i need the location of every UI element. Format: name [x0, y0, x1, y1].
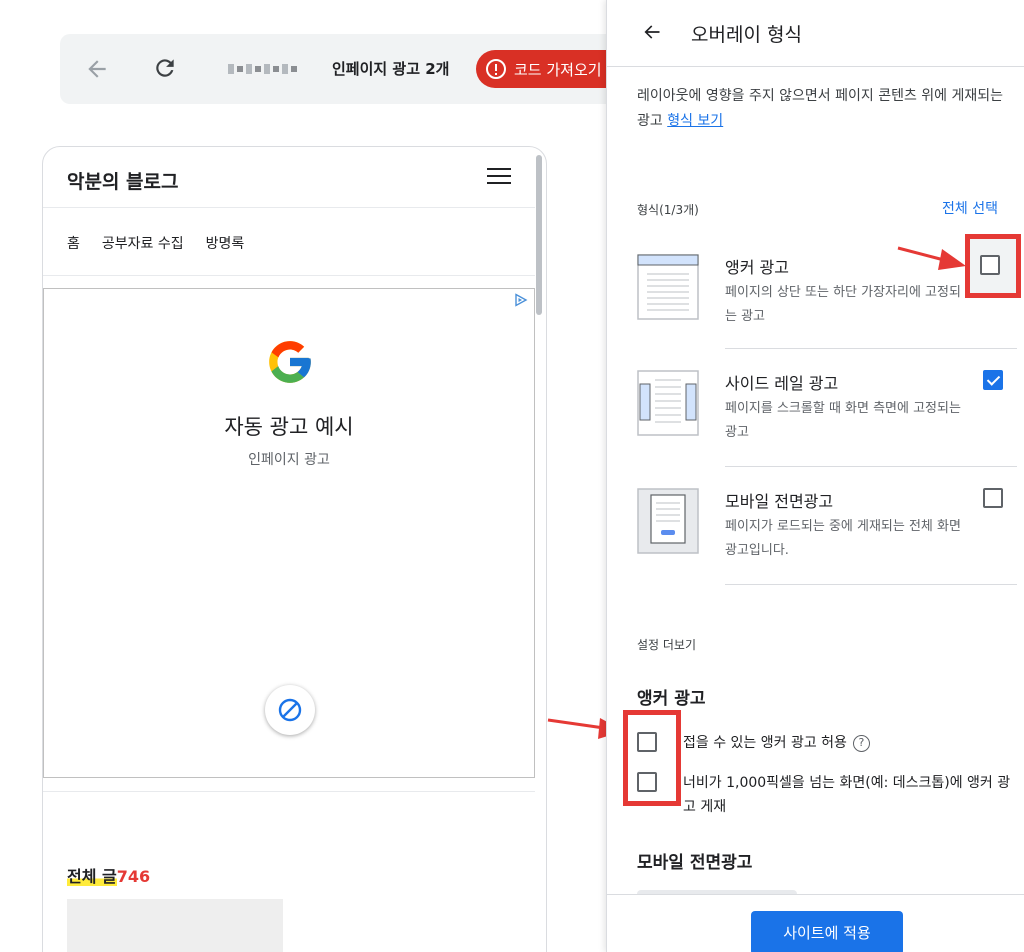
all-posts-label[interactable]: 전체 글746 — [67, 863, 150, 887]
panel-footer: 사이트에 적용 — [607, 894, 1024, 952]
option-description: 페이지의 상단 또는 하단 가장자리에 고정되는 광고 — [725, 285, 961, 324]
post-thumbnail[interactable] — [67, 899, 283, 952]
ad-subtitle: 인페이지 광고 — [248, 452, 330, 468]
nav-item-home[interactable]: 홈 — [67, 233, 80, 253]
apply-to-site-button[interactable]: 사이트에 적용 — [751, 911, 903, 952]
nav-item-guestbook[interactable]: 방명록 — [206, 233, 245, 253]
formats-label: 형식(1/3개) — [637, 203, 699, 217]
mobile-interstitial-icon — [637, 488, 699, 554]
preview-toolbar: 인페이지 광고 2개 코드 가져오기 — [60, 34, 666, 104]
collapsible-anchor-label: 접을 수 있는 앵커 광고 허용 — [683, 735, 847, 751]
divider — [607, 66, 1024, 67]
option-side-rail-ad: 사이드 레일 광고 페이지를 스크롤할 때 화면 측면에 고정되는 광고 — [637, 370, 1017, 460]
mobile-interstitial-checkbox[interactable] — [983, 488, 1003, 508]
reload-icon[interactable] — [152, 55, 178, 81]
anchor-settings-heading: 앵커 광고 — [637, 689, 706, 709]
anchor-option-collapsible: 접을 수 있는 앵커 광고 허용? — [637, 732, 1017, 758]
ad-title: 자동 광고 예시 — [224, 415, 354, 439]
collapsible-anchor-text: 접을 수 있는 앵커 광고 허용? — [683, 731, 1013, 755]
screen: 인페이지 광고 2개 코드 가져오기 악분의 블로그 홈 공부자료 수집 방명록 — [0, 0, 1024, 952]
anchor-ad-checkbox[interactable] — [980, 255, 1000, 275]
error-icon — [486, 59, 506, 79]
divider — [725, 466, 1017, 467]
mobile-preview: 악분의 블로그 홈 공부자료 수집 방명록 자동 광고 예시 인페이지 광고 전… — [42, 146, 547, 952]
panel-title: 오버레이 형식 — [691, 24, 802, 46]
divider — [725, 348, 1017, 349]
highlight-box-anchor-settings — [623, 710, 681, 806]
preview-scrollbar[interactable] — [536, 155, 542, 315]
select-all-button[interactable]: 전체 선택 — [942, 198, 998, 218]
blog-nav: 홈 공부자료 수집 방명록 — [67, 233, 244, 253]
block-icon — [278, 698, 302, 722]
option-name: 모바일 전면광고 — [725, 492, 834, 511]
option-description: 페이지를 스크롤할 때 화면 측면에 고정되는 광고 — [725, 401, 961, 440]
ad-count-title: 인페이지 광고 2개 — [332, 60, 450, 78]
overlay-format-panel: 오버레이 형식 레이아웃에 영향을 주지 않으면서 페이지 콘텐츠 위에 게재되… — [606, 0, 1024, 952]
mobile-interstitial-heading: 모바일 전면광고 — [637, 853, 753, 873]
blurred-url — [228, 62, 298, 76]
option-description: 페이지가 로드되는 중에 게재되는 전체 화면 광고입니다. — [725, 519, 961, 558]
red-arrow-annotation — [897, 246, 966, 270]
all-posts-text: 전체 글 — [67, 867, 117, 886]
back-arrow-icon[interactable] — [641, 22, 663, 42]
option-name: 앵커 광고 — [725, 258, 789, 277]
hamburger-icon[interactable] — [487, 168, 511, 186]
divider — [43, 791, 535, 792]
all-posts-count: 746 — [116, 867, 151, 886]
block-ad-button[interactable] — [265, 685, 315, 735]
option-name: 사이드 레일 광고 — [725, 374, 839, 393]
side-rail-ad-icon — [637, 370, 699, 436]
anchor-ad-icon — [637, 254, 699, 320]
view-format-link[interactable]: 형식 보기 — [667, 113, 723, 129]
blog-title: 악분의 블로그 — [67, 171, 179, 193]
side-rail-ad-checkbox[interactable] — [983, 370, 1003, 390]
google-logo-icon — [269, 341, 311, 383]
divider — [43, 207, 535, 208]
divider — [725, 584, 1017, 585]
nav-item-study[interactable]: 공부자료 수집 — [102, 233, 184, 253]
ad-choices-icon[interactable] — [514, 293, 528, 307]
divider — [43, 275, 535, 276]
back-arrow-icon[interactable] — [84, 56, 110, 82]
get-code-label: 코드 가져오기 — [514, 60, 602, 79]
option-mobile-interstitial: 모바일 전면광고 페이지가 로드되는 중에 게재되는 전체 화면 광고입니다. — [637, 488, 1017, 578]
desktop-anchor-label: 너비가 1,000픽셀을 넘는 화면(예: 데스크톱)에 앵커 광고 게재 — [683, 775, 1011, 815]
more-settings-label: 설정 더보기 — [637, 638, 697, 652]
help-icon[interactable]: ? — [852, 734, 870, 752]
sample-ad: 자동 광고 예시 인페이지 광고 — [43, 288, 535, 778]
highlight-box-anchor — [965, 234, 1021, 298]
anchor-option-desktop: 너비가 1,000픽셀을 넘는 화면(예: 데스크톱)에 앵커 광고 게재 — [637, 772, 1017, 822]
panel-description: 레이아웃에 영향을 주지 않으면서 페이지 콘텐츠 위에 게재되는 광고 형식 … — [637, 84, 1017, 134]
